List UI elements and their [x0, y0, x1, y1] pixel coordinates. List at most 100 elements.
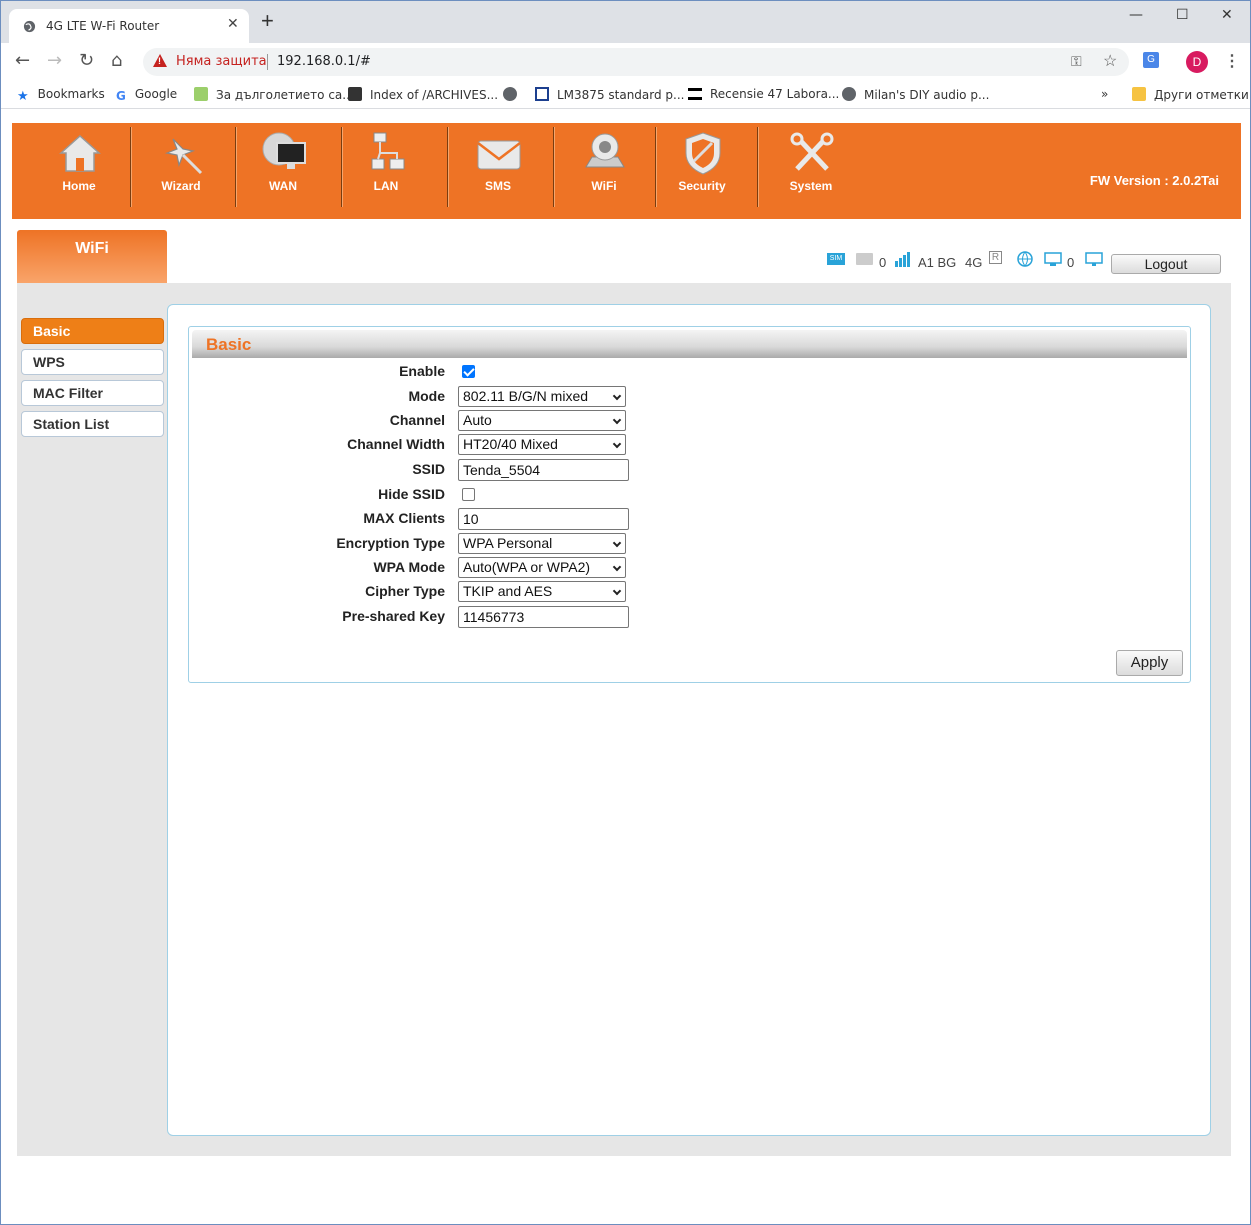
security-label[interactable]: Няма защита	[176, 54, 267, 69]
tab-title: 4G LTE W-Fi Router	[46, 19, 160, 33]
bookmark-item[interactable]: Index of /ARCHIVES...	[348, 87, 498, 102]
channel-row: Channel Auto	[189, 408, 1189, 432]
encryption-row: Encryption Type WPA Personal	[189, 531, 1189, 555]
channel-width-select[interactable]: HT20/40 Mixed	[458, 434, 626, 455]
max-clients-row: MAX Clients 10	[189, 506, 1189, 530]
warning-exclamation: !	[158, 56, 161, 66]
home-button-icon[interactable]: ⌂	[111, 52, 122, 70]
browser-toolbar: ← → ↻ ⌂ ! Няма защита 192.168.0.1/# ⚿ ☆	[1, 43, 1250, 81]
bookmark-star-icon[interactable]: ☆	[1103, 51, 1117, 71]
sidebar-item-basic[interactable]: Basic	[21, 318, 164, 344]
sidebar-item-mac-filter[interactable]: MAC Filter	[21, 380, 164, 406]
tools-icon	[790, 132, 834, 171]
psk-input[interactable]: 11456773	[458, 606, 629, 628]
forward-icon[interactable]: →	[47, 52, 62, 70]
page-tab-wifi: WiFi	[17, 230, 167, 283]
profile-avatar[interactable]: D	[1186, 51, 1208, 73]
mode-row: Mode 802.11 B/G/N mixed	[189, 384, 1189, 408]
cipher-select[interactable]: TKIP and AES	[458, 581, 626, 602]
network-icon	[371, 132, 405, 170]
max-clients-input[interactable]: 10	[458, 508, 629, 530]
shield-icon	[685, 132, 721, 175]
nav-security[interactable]: Security	[650, 123, 754, 207]
address-bar[interactable]: ! Няма защита 192.168.0.1/# ⚿ ☆	[143, 48, 1129, 76]
nav-home[interactable]: Home	[27, 123, 131, 207]
clients-count: 0	[1067, 255, 1075, 270]
key-icon[interactable]: ⚿	[1071, 53, 1082, 70]
max-clients-label: MAX Clients	[363, 510, 445, 526]
browser-tab[interactable]: 4G LTE W-Fi Router ✕	[9, 9, 249, 43]
tab-close-icon[interactable]: ✕	[227, 16, 239, 32]
omnibox-separator	[267, 54, 268, 70]
browser-window: 4G LTE W-Fi Router ✕ + — ☐ ✕ ← → ↻ ⌂ ! Н…	[0, 0, 1251, 1225]
bookmark-item[interactable]: За дълголетието са...	[194, 87, 354, 102]
apply-button[interactable]: Apply	[1116, 650, 1183, 676]
chevron-down-icon	[612, 538, 622, 548]
psk-row: Pre-shared Key 11456773	[189, 604, 1189, 628]
wpa-mode-label: WPA Mode	[373, 559, 445, 575]
router-header: Home Wizard WAN LAN SMS WiFi Security Sy…	[12, 123, 1241, 219]
hide-ssid-checkbox[interactable]	[462, 488, 475, 501]
sidebar-item-station-list[interactable]: Station List	[21, 411, 164, 437]
minimize-icon[interactable]: —	[1129, 7, 1143, 23]
window-close-icon[interactable]: ✕	[1221, 7, 1233, 23]
mode-select[interactable]: 802.11 B/G/N mixed	[458, 386, 626, 407]
wifi-clients-icon	[1044, 252, 1062, 266]
maximize-icon[interactable]: ☐	[1176, 7, 1189, 23]
bookmark-item[interactable]: ★ Bookmarks	[17, 87, 105, 104]
grid-icon	[535, 87, 549, 101]
wand-icon	[164, 138, 203, 175]
ssid-input[interactable]: Tenda_5504	[458, 459, 629, 481]
nav-lan[interactable]: LAN	[334, 123, 438, 207]
site-icon	[688, 88, 702, 100]
reload-icon[interactable]: ↻	[79, 52, 94, 70]
nav-wizard[interactable]: Wizard	[129, 123, 233, 207]
ssid-row: SSID Tenda_5504	[189, 457, 1189, 481]
envelope-icon	[477, 140, 521, 170]
roaming-indicator: R	[989, 251, 1002, 264]
nav-sms[interactable]: SMS	[446, 123, 550, 207]
chevron-down-icon	[612, 586, 622, 596]
logout-button[interactable]: Logout	[1111, 254, 1221, 274]
wpa-mode-select[interactable]: Auto(WPA or WPA2)	[458, 557, 626, 578]
new-tab-button[interactable]: +	[261, 10, 274, 32]
enable-checkbox[interactable]	[462, 365, 475, 378]
chevron-down-icon	[612, 562, 622, 572]
home-icon	[59, 134, 101, 172]
google-icon: G	[116, 89, 126, 103]
other-bookmarks[interactable]: Други отметки	[1132, 87, 1249, 102]
mode-label: Mode	[408, 388, 445, 404]
hide-ssid-label: Hide SSID	[378, 486, 445, 502]
nav-system[interactable]: System	[759, 123, 863, 207]
signal-icon	[895, 252, 910, 267]
channel-select[interactable]: Auto	[458, 410, 626, 431]
folder-icon	[1132, 87, 1146, 101]
sidebar-item-wps[interactable]: WPS	[21, 349, 164, 375]
panel-title: Basic	[206, 335, 252, 354]
fw-version: FW Version : 2.0.2Tai	[1089, 173, 1219, 188]
network-type: 4G	[965, 255, 983, 270]
translate-extension-icon[interactable]: G	[1143, 52, 1159, 68]
enable-row: Enable	[189, 359, 1189, 383]
bookmark-item[interactable]: Milan's DIY audio p...	[842, 87, 989, 102]
encryption-label: Encryption Type	[336, 535, 445, 551]
bookmark-item[interactable]	[503, 87, 525, 102]
nav-wifi[interactable]: WiFi	[552, 123, 656, 207]
back-icon[interactable]: ←	[15, 52, 30, 70]
nav-wan[interactable]: WAN	[231, 123, 335, 207]
bookmark-item[interactable]: LM3875 standard p...	[535, 87, 685, 102]
bookmark-item[interactable]: Recensie 47 Labora...	[688, 87, 839, 101]
browser-menu-icon[interactable]: ⋮	[1224, 51, 1240, 71]
wpa-mode-row: WPA Mode Auto(WPA or WPA2)	[189, 555, 1189, 579]
chevron-down-icon	[612, 391, 622, 401]
bookmarks-overflow-icon[interactable]: »	[1101, 87, 1108, 101]
url-text[interactable]: 192.168.0.1/#	[277, 54, 371, 69]
globe-monitor-icon	[262, 132, 306, 169]
chevron-down-icon	[612, 415, 622, 425]
chevron-down-icon	[612, 439, 622, 449]
encryption-select[interactable]: WPA Personal	[458, 533, 626, 554]
globe-icon	[842, 87, 856, 101]
bookmark-item[interactable]: G Google	[116, 87, 177, 103]
bookmarks-bar: ★ Bookmarks G Google За дълголетието са...…	[1, 81, 1250, 109]
page-body: Basic WPS MAC Filter Station List Basic …	[17, 283, 1231, 1156]
